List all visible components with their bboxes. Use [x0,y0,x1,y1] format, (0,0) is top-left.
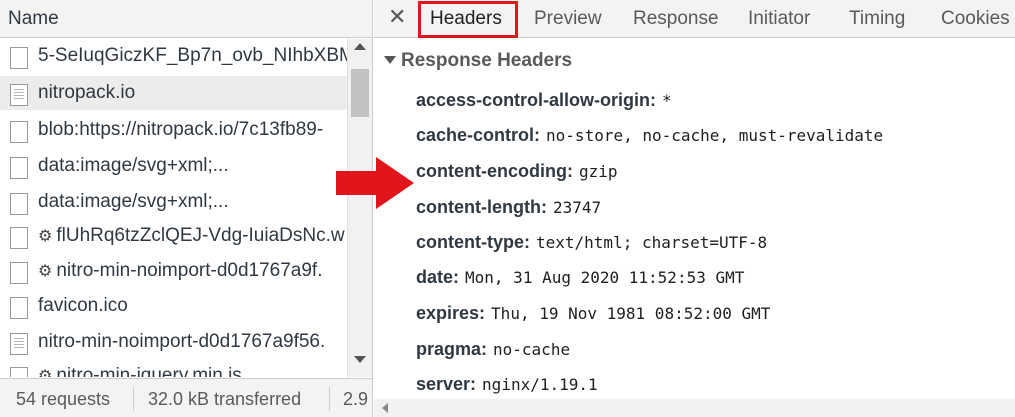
request-row[interactable]: ⚙ nitro-min-noimport-d0d1767a9f. [0,254,347,288]
header-value: Mon, 31 Aug 2020 11:52:53 GMT [465,268,745,287]
request-list: 5-SeIuqGiczKF_Bp7n_ovb_NIhbXBM nitropack… [0,39,347,377]
header-value: nginx/1.19.1 [482,375,598,394]
file-icon [10,367,28,377]
tab-response[interactable]: Response [633,8,719,30]
request-name: nitro-min-noimport-d0d1767a9f. [56,260,323,281]
request-list-pane: Name 5-SeIuqGiczKF_Bp7n_ovb_NIhbXBM nitr… [0,0,373,417]
request-name: nitro-min-noimport-d0d1767a9f56. [38,331,326,352]
request-row[interactable]: 5-SeIuqGiczKF_Bp7n_ovb_NIhbXBM [0,39,347,73]
header-name: date: [416,267,460,287]
file-icon [10,262,28,284]
tab-timing[interactable]: Timing [849,8,905,30]
file-icon [10,227,28,249]
request-row[interactable]: ⚙ nitro-min-jquery.min.js [0,359,347,377]
request-name: flUhRq6tzZclQEJ-Vdg-IuiaDsNc.w [56,225,345,246]
request-row[interactable]: ⚙ flUhRq6tzZclQEJ-Vdg-IuiaDsNc.w [0,219,347,253]
header-row: content-encoding: gzip [416,161,618,182]
file-icon [10,121,28,143]
header-value: no-store, no-cache, must-revalidate [546,126,884,145]
request-name: data:image/svg+xml;... [38,191,229,212]
transferred-size: 32.0 kB transferred [148,389,302,409]
scroll-up-arrow-icon[interactable] [354,43,366,50]
header-name: content-length: [416,197,547,217]
header-row: cache-control: no-store, no-cache, must-r… [416,125,883,146]
status-divider [329,387,330,411]
request-name: nitropack.io [38,82,136,103]
close-icon[interactable]: ✕ [388,4,406,30]
header-name: content-encoding: [416,161,573,181]
request-name: blob:https://nitropack.io/7c13fb89- [38,119,324,140]
header-row: pragma: no-cache [416,339,570,360]
request-name: nitro-min-jquery.min.js [56,365,242,377]
horizontal-scrollbar[interactable] [374,399,1015,417]
header-value: gzip [578,162,618,181]
arrow-shape [336,157,414,209]
gear-icon: ⚙ [38,263,53,280]
tab-preview[interactable]: Preview [534,8,602,30]
header-name: pragma: [416,339,488,359]
request-count: 54 requests [16,389,111,409]
header-name: server: [416,374,477,394]
request-row[interactable]: data:image/svg+xml;... [0,185,347,219]
scroll-down-arrow-icon[interactable] [354,356,366,363]
header-name: expires: [416,303,486,323]
response-headers-section-title[interactable]: Response Headers [401,50,572,72]
header-value: no-cache [493,340,571,359]
tab-headers[interactable]: Headers [430,8,502,30]
header-row: server: nginx/1.19.1 [416,374,598,395]
tab-cookies[interactable]: Cookies [941,8,1010,30]
header-row: content-length: 23747 [416,197,601,218]
name-column-header[interactable]: Name [0,0,372,38]
request-row[interactable]: nitro-min-noimport-d0d1767a9f56. [0,325,347,359]
request-row-selected[interactable]: nitropack.io [0,76,347,110]
header-value: text/html; charset=UTF-8 [536,233,768,252]
header-name: cache-control: [416,125,541,145]
request-row[interactable]: blob:https://nitropack.io/7c13fb89- [0,113,347,147]
gear-icon: ⚙ [38,228,53,245]
name-column-label: Name [8,8,59,29]
resources-size: 2.9 [343,389,369,409]
red-arrow-icon [336,157,414,209]
file-icon [10,157,28,179]
detail-tab-bar: ✕ Headers Preview Response Initiator Tim… [374,0,1015,38]
document-icon [10,84,28,106]
request-name-wrapper: ⚙ nitro-min-jquery.min.js [38,365,242,377]
file-icon [10,297,28,319]
header-row: expires: Thu, 19 Nov 1981 08:52:00 GMT [416,303,770,324]
tab-initiator[interactable]: Initiator [748,8,810,30]
request-name: favicon.ico [38,295,128,316]
request-name-wrapper: ⚙ nitro-min-noimport-d0d1767a9f. [38,260,322,282]
scrollbar-thumb[interactable] [351,69,369,117]
request-detail-pane: ✕ Headers Preview Response Initiator Tim… [374,0,1015,417]
header-name: content-type: [416,232,530,252]
request-name: 5-SeIuqGiczKF_Bp7n_ovb_NIhbXBM [38,45,347,66]
request-row[interactable]: favicon.ico [0,289,347,323]
headers-panel: Response Headers access-control-allow-or… [374,39,1015,399]
header-value: Thu, 19 Nov 1981 08:52:00 GMT [491,304,771,323]
file-icon [10,47,28,69]
triangle-down-icon[interactable] [384,56,396,64]
gear-icon: ⚙ [38,368,53,377]
status-divider [133,387,134,411]
network-status-bar: 54 requests 32.0 kB transferred 2.9 [0,378,372,417]
header-value: 23747 [552,198,602,217]
scroll-left-arrow-icon[interactable] [382,403,388,413]
document-icon [10,333,28,355]
header-row: date: Mon, 31 Aug 2020 11:52:53 GMT [416,267,744,288]
header-name: access-control-allow-origin: [416,90,657,110]
request-name-wrapper: ⚙ flUhRq6tzZclQEJ-Vdg-IuiaDsNc.w [38,225,345,247]
header-row: access-control-allow-origin: * [416,90,672,111]
header-value: * [662,91,672,110]
request-name: data:image/svg+xml;... [38,155,229,176]
file-icon [10,193,28,215]
request-row[interactable]: data:image/svg+xml;... [0,149,347,183]
header-row: content-type: text/html; charset=UTF-8 [416,232,767,253]
